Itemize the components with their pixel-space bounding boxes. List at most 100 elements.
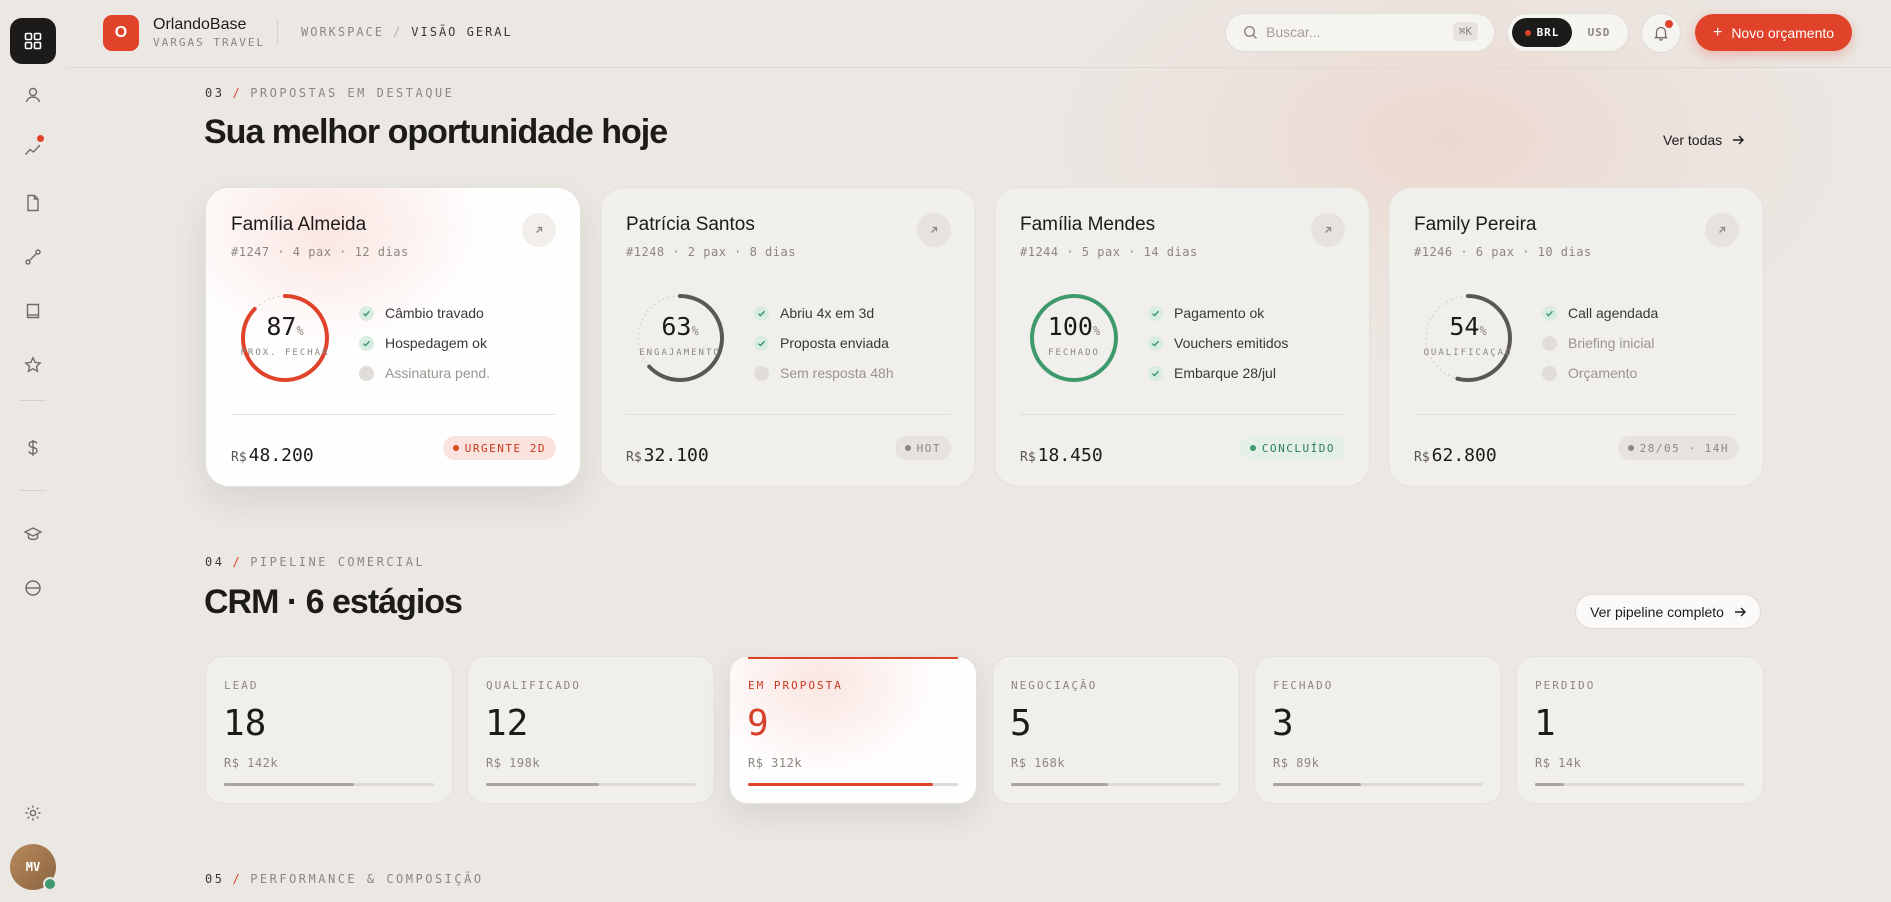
dollar-icon[interactable] <box>10 425 56 471</box>
search-box[interactable]: ⌘K <box>1225 13 1495 52</box>
ring-percent: 63% <box>661 312 699 341</box>
app-logo[interactable]: O <box>103 15 139 51</box>
ring-percent: 54% <box>1449 312 1487 341</box>
proposal-card[interactable]: Family Pereira #1246 · 6 pax · 10 dias 54%… <box>1388 187 1764 487</box>
currency-option-brl[interactable]: BRL <box>1512 18 1572 47</box>
currency-label-usd: USD <box>1587 26 1611 39</box>
user-icon[interactable] <box>10 72 56 118</box>
trend-icon[interactable] <box>10 126 56 172</box>
ring-label: PRÓX. FECHAR <box>240 348 330 358</box>
ring-percent-value: 100 <box>1047 312 1093 341</box>
checklist-label: Hospedagem ok <box>385 335 487 351</box>
book-icon[interactable] <box>10 288 56 334</box>
sidebar-divider <box>20 400 46 401</box>
pipeline-stage-card[interactable]: QUALIFICADO 12 R$ 198k <box>467 656 715 804</box>
settings-icon[interactable] <box>10 790 56 836</box>
card-divider <box>231 414 555 415</box>
checklist-item: Call agendada <box>1542 298 1658 328</box>
stage-label: PERDIDO <box>1535 679 1596 692</box>
price-currency: R$ <box>231 450 247 465</box>
pending-icon <box>1542 335 1557 351</box>
view-all-label: Ver todas <box>1663 132 1723 148</box>
pipeline-stage-card[interactable]: NEGOCIAÇÃO 5 R$ 168k <box>992 656 1240 804</box>
ring-percent: 87% <box>266 312 304 341</box>
section-eyebrow-featured: 03/PROPOSTAS EM DESTAQUE <box>205 86 455 100</box>
avatar[interactable]: MV <box>10 844 57 891</box>
currency-option-usd[interactable]: USD <box>1574 18 1624 47</box>
badge-label: 28/05 · 14H <box>1639 441 1729 455</box>
arrow-right-icon <box>1734 607 1746 616</box>
proposal-meta: #1247 · 4 pax · 12 dias <box>231 245 409 259</box>
ring-label: FECHADO <box>1048 348 1100 358</box>
stage-amount: R$ 168k <box>1011 756 1066 770</box>
proposal-card[interactable]: Patrícia Santos #1248 · 2 pax · 8 dias 63%… <box>600 187 976 487</box>
pipeline-stage-card[interactable]: FECHADO 3 R$ 89k <box>1254 656 1502 804</box>
proposal-price: R$ 48.200 <box>231 445 314 466</box>
checklist-item: Embarque 28/jul <box>1148 358 1288 388</box>
search-input[interactable] <box>1266 24 1436 40</box>
open-proposal-button[interactable] <box>1705 213 1739 247</box>
checklist-label: Briefing inicial <box>1568 335 1655 351</box>
breadcrumb-current: VISÃO GERAL <box>411 25 513 39</box>
checklist-label: Abriu 4x em 3d <box>780 305 875 321</box>
section-label: PIPELINE COMERCIAL <box>250 555 426 569</box>
sidebar: MV <box>0 0 66 902</box>
check-icon <box>1542 305 1557 321</box>
check-icon <box>1148 365 1163 381</box>
arrow-up-right-icon <box>1323 225 1333 235</box>
stage-progress-fill <box>224 783 355 786</box>
card-divider <box>1020 414 1344 415</box>
document-icon[interactable] <box>10 180 56 226</box>
price-currency: R$ <box>1020 450 1036 465</box>
notifications-button[interactable] <box>1641 13 1681 53</box>
section-label: PROPOSTAS EM DESTAQUE <box>250 86 455 100</box>
app-name: OrlandoBase <box>153 16 247 33</box>
checklist-label: Assinatura pend. <box>385 365 491 381</box>
brand: OrlandoBase VARGAS TRAVEL <box>153 16 265 49</box>
proposal-card[interactable]: Família Mendes #1244 · 5 pax · 14 dias 100… <box>994 187 1370 487</box>
proposal-meta: #1244 · 5 pax · 14 dias <box>1020 245 1198 259</box>
proposal-price: R$ 32.100 <box>626 445 709 466</box>
proposal-client-name: Família Almeida <box>231 214 367 235</box>
check-icon <box>754 305 769 321</box>
grid-icon[interactable] <box>10 18 56 64</box>
pipeline-stage-card[interactable]: PERDIDO 1 R$ 14k <box>1516 656 1764 804</box>
stage-amount: R$ 89k <box>1273 756 1320 770</box>
logo-letter: O <box>114 24 128 41</box>
checklist-item: Sem resposta 48h <box>754 358 894 388</box>
checklist-label: Vouchers emitidos <box>1174 335 1289 351</box>
stage-progress-bar <box>224 783 434 786</box>
avatar-initials: MV <box>25 860 41 874</box>
route-icon[interactable] <box>10 234 56 280</box>
open-proposal-button[interactable] <box>1311 213 1345 247</box>
view-all-link[interactable]: Ver todas <box>1663 132 1745 148</box>
new-quote-button[interactable]: + Novo orçamento <box>1695 14 1852 51</box>
pipeline-stage-card[interactable]: EM PROPOSTA 9 R$ 312k <box>729 656 977 804</box>
stage-progress-bar <box>1273 783 1483 786</box>
open-proposal-button[interactable] <box>522 213 556 247</box>
stage-progress-fill <box>748 783 933 786</box>
stage-label: LEAD <box>224 679 259 692</box>
checklist-label: Call agendada <box>1568 305 1659 321</box>
pending-icon <box>1542 365 1557 381</box>
section-label: PERFORMANCE & COMPOSIÇÃO <box>250 872 484 886</box>
breadcrumb-root[interactable]: WORKSPACE <box>301 25 384 39</box>
checklist-item: Vouchers emitidos <box>1148 328 1288 358</box>
price-value: 32.100 <box>643 445 709 466</box>
pipeline-stage-card[interactable]: LEAD 18 R$ 142k <box>205 656 453 804</box>
view-pipeline-button[interactable]: Ver pipeline completo <box>1575 594 1761 629</box>
graduation-cap-icon[interactable] <box>10 511 56 557</box>
globe-icon[interactable] <box>10 565 56 611</box>
stage-amount: R$ 312k <box>748 756 803 770</box>
proposal-card[interactable]: Família Almeida #1247 · 4 pax · 12 dias 87… <box>205 187 581 487</box>
selected-dot <box>1524 29 1531 36</box>
price-value: 62.800 <box>1431 445 1497 466</box>
view-pipeline-label: Ver pipeline completo <box>1590 603 1724 620</box>
star-icon[interactable] <box>10 342 56 388</box>
checklist-label: Embarque 28/jul <box>1174 365 1276 381</box>
open-proposal-button[interactable] <box>917 213 951 247</box>
sidebar-divider <box>20 490 46 491</box>
ring-label: QUALIFICAÇÃO <box>1423 348 1513 358</box>
checklist-item: Hospedagem ok <box>359 328 490 358</box>
app-subtitle: VARGAS TRAVEL <box>153 36 266 49</box>
